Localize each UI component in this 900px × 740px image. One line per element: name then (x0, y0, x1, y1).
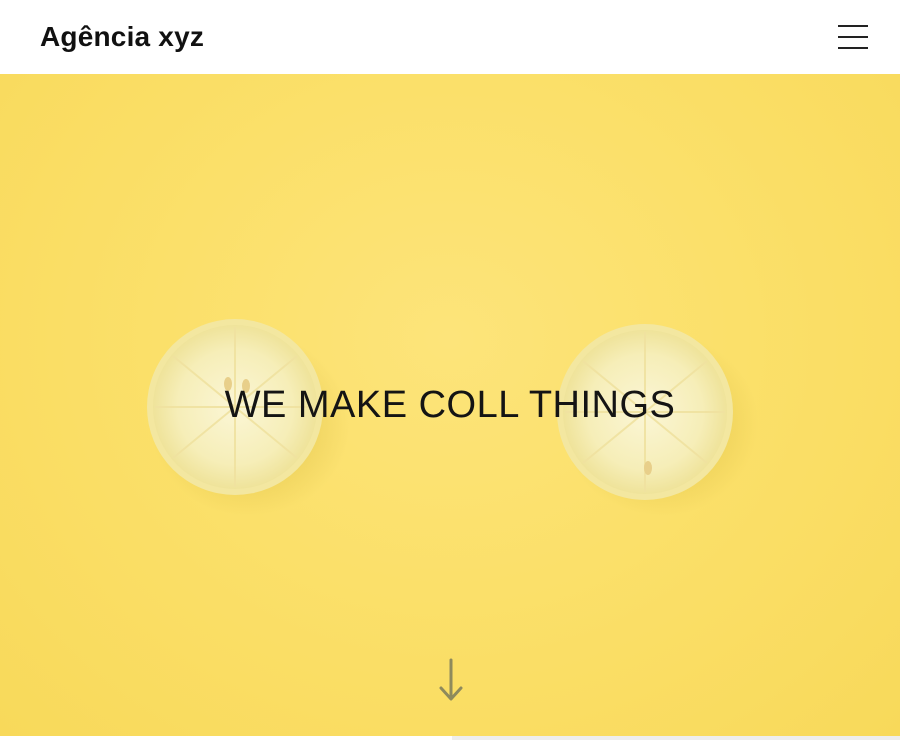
hero-section: WE MAKE COLL THINGS (0, 74, 900, 736)
site-header: Agência xyz (0, 0, 900, 74)
arrow-down-icon[interactable] (436, 658, 466, 704)
brand-logo-text[interactable]: Agência xyz (40, 20, 204, 54)
section-divider-right (452, 736, 900, 740)
hamburger-menu-icon[interactable] (834, 22, 870, 52)
menu-line (838, 47, 868, 49)
menu-line (838, 25, 868, 27)
hero-title: WE MAKE COLL THINGS (224, 384, 676, 426)
menu-line (838, 36, 868, 38)
